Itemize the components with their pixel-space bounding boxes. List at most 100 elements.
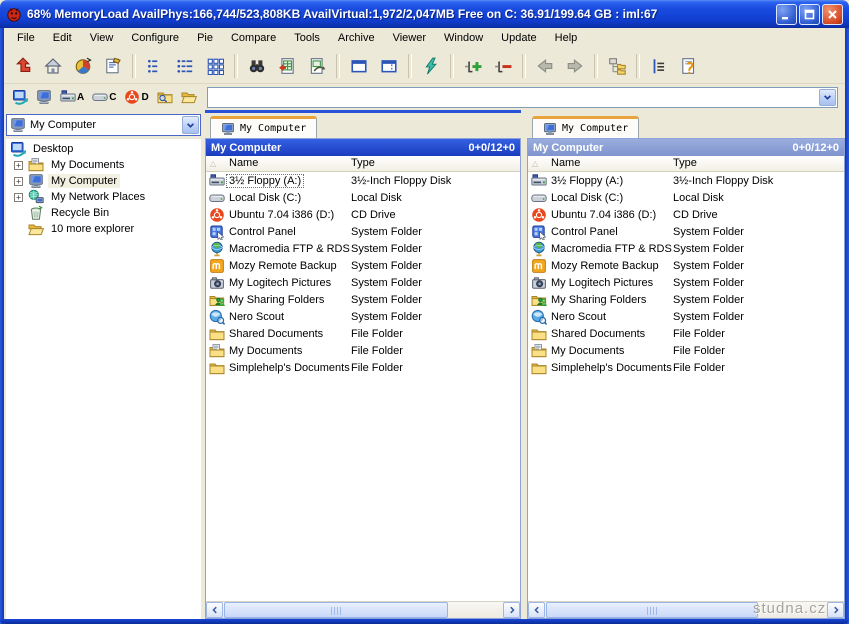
expand-plus-icon[interactable]: + xyxy=(14,177,23,186)
tree-item-my-network-places[interactable]: +My Network Places xyxy=(6,189,201,205)
desktop-button[interactable] xyxy=(8,85,32,109)
scroll-right-button[interactable] xyxy=(503,602,520,618)
file-row[interactable]: Ubuntu 7.04 i386 (D:)CD Drive xyxy=(206,206,520,223)
home-button[interactable] xyxy=(38,52,68,80)
file-row[interactable]: Ubuntu 7.04 i386 (D:)CD Drive xyxy=(528,206,844,223)
my-computer-button[interactable] xyxy=(32,85,56,109)
file-row[interactable]: Mozy Remote BackupSystem Folder xyxy=(206,257,520,274)
menu-window[interactable]: Window xyxy=(435,29,492,47)
forward-button[interactable] xyxy=(560,52,590,80)
menu-compare[interactable]: Compare xyxy=(222,29,285,47)
menu-archive[interactable]: Archive xyxy=(329,29,384,47)
drive-c-button[interactable]: C xyxy=(88,85,120,109)
folder-selector-dropdown-button[interactable] xyxy=(182,116,199,134)
tab-my-computer[interactable]: My Computer xyxy=(532,116,639,138)
scroll-left-button[interactable] xyxy=(528,602,545,618)
app-bug-icon xyxy=(6,6,22,22)
sort-direction-icon[interactable]: △ xyxy=(210,159,216,168)
file-row[interactable]: Simplehelp's DocumentsFile Folder xyxy=(528,359,844,376)
grid-view-button[interactable] xyxy=(200,52,230,80)
menu-update[interactable]: Update xyxy=(492,29,545,47)
sheet-export-button[interactable] xyxy=(272,52,302,80)
sort-direction-icon[interactable]: △ xyxy=(532,159,538,168)
tree-item-my-documents[interactable]: +My Documents xyxy=(6,157,201,173)
pie-chart-button[interactable] xyxy=(68,52,98,80)
file-row[interactable]: Control PanelSystem Folder xyxy=(528,223,844,240)
file-row[interactable]: Nero ScoutSystem Folder xyxy=(528,308,844,325)
file-row[interactable]: 3½ Floppy (A:)3½-Inch Floppy Disk xyxy=(528,172,844,189)
horizontal-scrollbar[interactable] xyxy=(206,601,520,618)
back-button[interactable] xyxy=(530,52,560,80)
tree-item-recycle-bin[interactable]: Recycle Bin xyxy=(6,205,201,221)
panel-path-header[interactable]: My Computer0+0/12+0 xyxy=(528,139,844,156)
folder-search-button[interactable] xyxy=(153,85,177,109)
column-header-type[interactable]: Type xyxy=(351,157,375,169)
menu-configure[interactable]: Configure xyxy=(122,29,188,47)
file-row[interactable]: 3½ Floppy (A:)3½-Inch Floppy Disk xyxy=(206,172,520,189)
tree-item-desktop[interactable]: Desktop xyxy=(6,141,201,157)
window-split-button[interactable] xyxy=(374,52,404,80)
menu-view[interactable]: View xyxy=(81,29,123,47)
panel-path-header[interactable]: My Computer0+0/12+0 xyxy=(206,139,520,156)
scroll-right-button[interactable] xyxy=(827,602,844,618)
column-header-name[interactable]: Name xyxy=(229,157,258,169)
minimize-button[interactable] xyxy=(776,4,797,25)
lightning-button[interactable] xyxy=(416,52,446,80)
menu-viewer[interactable]: Viewer xyxy=(384,29,435,47)
sort-list-button[interactable] xyxy=(644,52,674,80)
file-row[interactable]: My Sharing FoldersSystem Folder xyxy=(528,291,844,308)
folder-open-button[interactable] xyxy=(177,85,201,109)
list-brief-button[interactable] xyxy=(140,52,170,80)
file-row[interactable]: My Logitech PicturesSystem Folder xyxy=(528,274,844,291)
column-header-name[interactable]: Name xyxy=(551,157,580,169)
file-row[interactable]: Nero ScoutSystem Folder xyxy=(206,308,520,325)
tab-my-computer[interactable]: My Computer xyxy=(210,116,317,138)
file-row[interactable]: Mozy Remote BackupSystem Folder xyxy=(528,257,844,274)
file-row[interactable]: Shared DocumentsFile Folder xyxy=(528,325,844,342)
file-row[interactable]: Shared DocumentsFile Folder xyxy=(206,325,520,342)
menu-pie[interactable]: Pie xyxy=(188,29,222,47)
folder-icon xyxy=(531,326,547,342)
tree-item-my-computer[interactable]: +My Computer xyxy=(6,173,201,189)
close-button[interactable] xyxy=(822,4,843,25)
tree-item-10-more-explorer[interactable]: 10 more explorer xyxy=(6,221,201,237)
up-button[interactable] xyxy=(8,52,38,80)
file-row[interactable]: Simplehelp's DocumentsFile Folder xyxy=(206,359,520,376)
menu-edit[interactable]: Edit xyxy=(44,29,81,47)
expand-plus-icon[interactable]: + xyxy=(14,161,23,170)
address-combobox[interactable] xyxy=(207,87,838,108)
scrollbar-thumb[interactable] xyxy=(224,602,448,618)
list-detail-button[interactable] xyxy=(170,52,200,80)
file-panel-left: My ComputerMy Computer0+0/12+0 △ Name Type 3… xyxy=(205,110,521,619)
file-row[interactable]: Control PanelSystem Folder xyxy=(206,223,520,240)
sheet-report-button[interactable] xyxy=(302,52,332,80)
edit-notes-button[interactable] xyxy=(98,52,128,80)
address-input[interactable] xyxy=(211,89,818,106)
tab-add-button[interactable] xyxy=(458,52,488,80)
window-normal-button[interactable] xyxy=(344,52,374,80)
drive-d-button[interactable]: D xyxy=(120,85,152,109)
file-row[interactable]: Macromedia FTP & RDSSystem Folder xyxy=(528,240,844,257)
expand-plus-icon[interactable]: + xyxy=(14,193,23,202)
file-row[interactable]: My DocumentsFile Folder xyxy=(528,342,844,359)
maximize-button[interactable] xyxy=(799,4,820,25)
scroll-left-button[interactable] xyxy=(206,602,223,618)
tab-remove-button[interactable] xyxy=(488,52,518,80)
drive-a-button[interactable]: A xyxy=(56,85,88,109)
file-row[interactable]: My Logitech PicturesSystem Folder xyxy=(206,274,520,291)
help-button[interactable] xyxy=(674,52,704,80)
file-row[interactable]: My Sharing FoldersSystem Folder xyxy=(206,291,520,308)
column-header-type[interactable]: Type xyxy=(673,157,697,169)
file-row[interactable]: Local Disk (C:)Local Disk xyxy=(528,189,844,206)
scrollbar-thumb[interactable] xyxy=(546,602,758,618)
folder-selector-combobox[interactable]: My Computer xyxy=(6,114,201,136)
file-row[interactable]: Macromedia FTP & RDSSystem Folder xyxy=(206,240,520,257)
file-row[interactable]: My DocumentsFile Folder xyxy=(206,342,520,359)
menu-tools[interactable]: Tools xyxy=(285,29,329,47)
menu-file[interactable]: File xyxy=(8,29,44,47)
menu-help[interactable]: Help xyxy=(546,29,587,47)
folder-tree-button[interactable] xyxy=(602,52,632,80)
address-dropdown-button[interactable] xyxy=(819,89,836,106)
search-button[interactable] xyxy=(242,52,272,80)
file-row[interactable]: Local Disk (C:)Local Disk xyxy=(206,189,520,206)
